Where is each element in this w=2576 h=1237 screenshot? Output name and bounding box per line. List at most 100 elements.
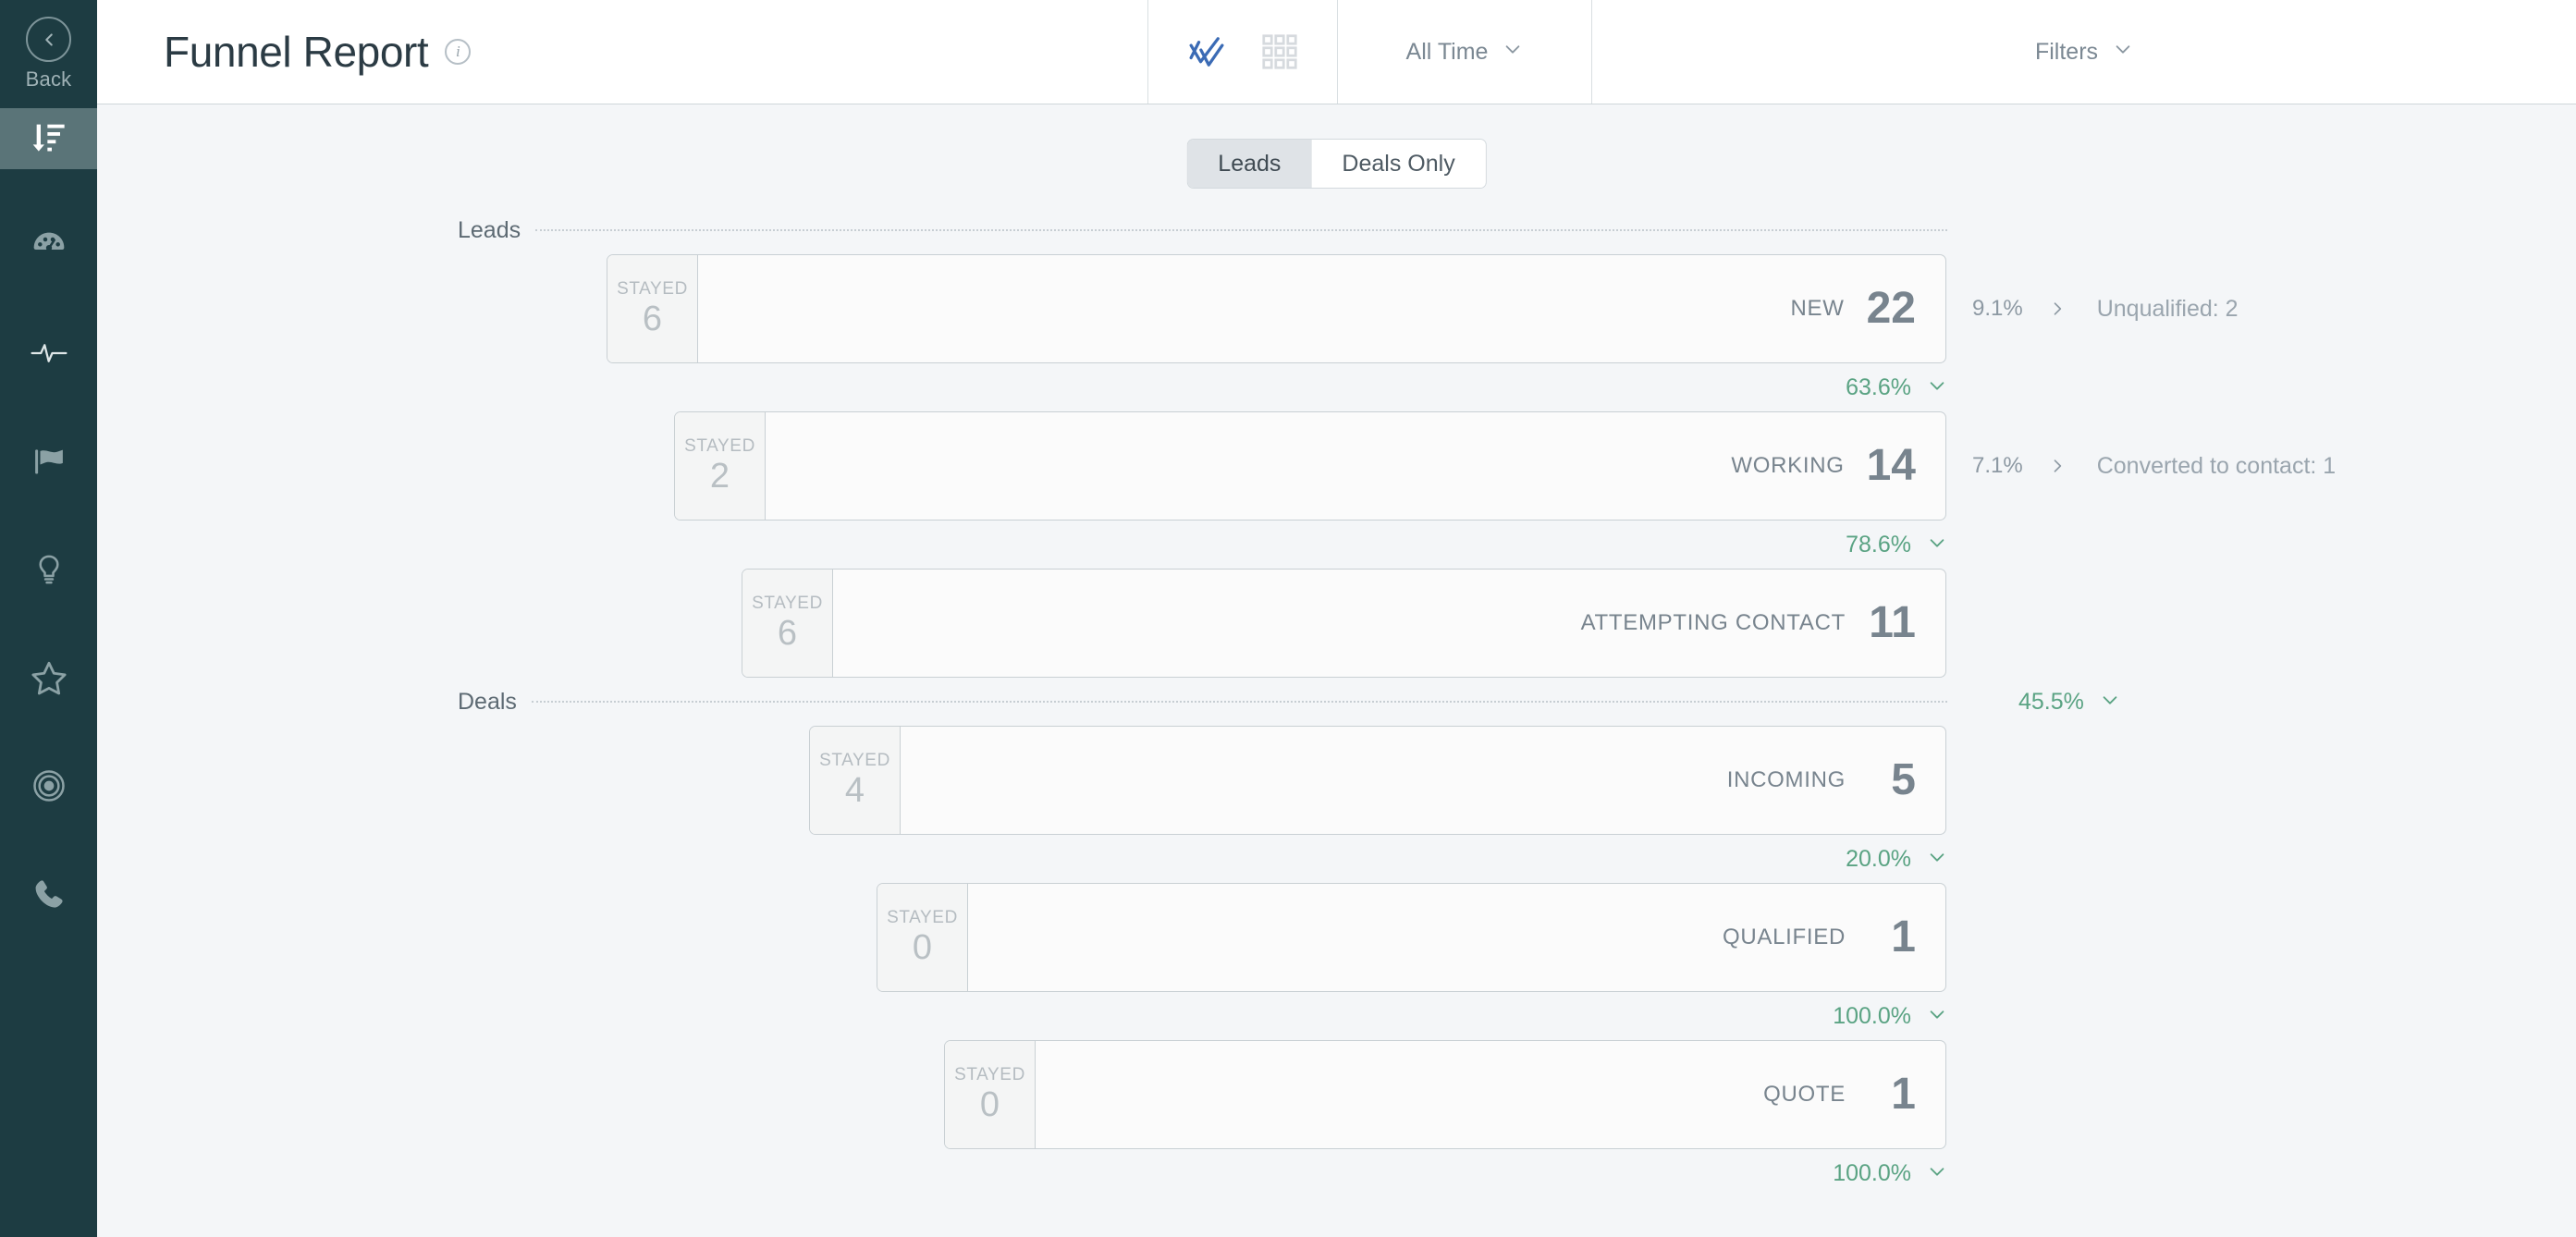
sidebar-item-calls[interactable] [0,865,97,926]
pulse-icon [30,334,68,377]
section-label: Leads [458,216,536,244]
lightbulb-icon [32,553,66,591]
stayed-label: STAYED [752,594,823,614]
gauge-icon [31,227,67,268]
stage-label: QUOTE [1763,1082,1846,1107]
app-root: Back Funnel Report i All Time Filters Le… [0,0,2576,1237]
funnel-stage-row: STAYED 6 NEW 22 9.1% Unqualified: 2 [97,254,2576,363]
sort-descending-icon [31,118,67,160]
stayed-label: STAYED [617,279,688,300]
conversion-percent: 45.5% [2018,688,2084,715]
stage-side-note[interactable]: 7.1% Converted to contact: 1 [1972,411,2336,521]
stayed-label: STAYED [819,751,890,771]
phone-icon [31,876,67,916]
stage-body: QUOTE 1 [1036,1041,1945,1148]
back-label: Back [25,67,72,91]
info-icon[interactable]: i [445,39,472,65]
stage-body: NEW 22 [698,255,1945,362]
bullseye-icon [31,767,67,809]
stage-label: WORKING [1731,453,1845,478]
funnel-bar[interactable]: STAYED 2 WORKING 14 [674,411,1946,521]
stage-body: QUALIFIED 1 [968,884,1945,991]
chevron-down-icon [1927,1004,1947,1029]
stage-label: QUALIFIED [1723,925,1846,949]
stayed-cell: STAYED 4 [810,727,901,834]
funnel-bar[interactable]: STAYED 0 QUALIFIED 1 [877,883,1946,992]
funnel-stage-row: STAYED 4 INCOMING 5 [97,726,2576,835]
sidebar-item-favorites[interactable] [0,649,97,710]
sidebar-item-activity[interactable] [0,325,97,386]
stage-count: 1 [1891,1070,1916,1119]
chevron-down-icon [1927,1161,1947,1186]
stage-body: ATTEMPTING CONTACT 11 [833,570,1945,677]
chevron-down-icon [1503,39,1523,66]
conversion-rate[interactable]: 100.0% [1833,992,1947,1040]
header-view-toggles [1148,0,1338,104]
sidebar-item-targets[interactable] [0,757,97,818]
flag-icon [31,444,67,484]
funnel-stage-row: STAYED 0 QUALIFIED 1 [97,883,2576,992]
stayed-value: 2 [709,457,730,496]
stage-body: INCOMING 5 [901,727,1945,834]
conversion-rate[interactable]: 100.0% [1833,1149,1947,1197]
chart-check-icon[interactable] [1185,31,1228,73]
stage-count: 14 [1866,441,1916,490]
side-note-text: Converted to contact: 1 [2096,452,2337,479]
chevron-left-icon [26,17,71,62]
main-area: Funnel Report i All Time Filters Leads D… [97,0,2576,1237]
chevron-down-icon [1927,533,1947,557]
sidebar-item-dashboard[interactable] [0,216,97,277]
stayed-value: 6 [777,614,798,654]
conversion-rate[interactable]: 78.6% [1846,521,1947,569]
tab-deals-only[interactable]: Deals Only [1311,140,1486,188]
divider-line [531,701,1947,703]
chevron-down-icon [2100,690,2120,715]
stayed-label: STAYED [684,436,755,457]
chevron-down-icon [2113,39,2133,66]
side-note-text: Unqualified: 2 [2096,295,2239,322]
conversion-percent: 78.6% [1846,531,1911,557]
conversion-percent: 63.6% [1846,374,1911,400]
conversion-row: 100.0% [97,1149,2576,1197]
stage-side-note[interactable]: 9.1% Unqualified: 2 [1972,254,2239,363]
divider-line [535,229,1947,231]
conversion-percent: 20.0% [1846,845,1911,872]
stage-body: WORKING 14 [766,412,1945,520]
funnel-bar[interactable]: STAYED 0 QUOTE 1 [944,1040,1946,1149]
sidebar-item-goals[interactable] [0,433,97,494]
funnel-bar[interactable]: STAYED 6 NEW 22 [607,254,1946,363]
conversion-percent: 100.0% [1833,1159,1911,1186]
star-icon [30,658,68,702]
conversion-rate[interactable]: 20.0% [1846,835,1947,883]
stayed-value: 0 [979,1085,1000,1125]
stage-count: 1 [1891,912,1916,961]
funnel-bar[interactable]: STAYED 4 INCOMING 5 [809,726,1946,835]
funnel-chart: Leads STAYED 6 NEW 22 9.1% Unqualified: 2 63.6%… [97,206,2576,1197]
stayed-value: 4 [844,771,865,811]
stayed-cell: STAYED 0 [945,1041,1036,1148]
side-note-percent: 7.1% [1972,453,2023,478]
back-button[interactable]: Back [26,17,72,92]
chevron-down-icon [1927,847,1947,872]
stage-count: 5 [1891,755,1916,804]
conversion-rate[interactable]: 45.5% [1947,689,2576,716]
tab-leads[interactable]: Leads [1187,140,1312,188]
funnel-bar[interactable]: STAYED 6 ATTEMPTING CONTACT 11 [742,569,1946,678]
filters-dropdown[interactable]: Filters [1592,0,2576,104]
grid-icon[interactable] [1259,31,1300,72]
page-title: Funnel Report [164,28,429,76]
stayed-cell: STAYED 2 [675,412,766,520]
conversion-rate[interactable]: 63.6% [1846,363,1947,411]
sidebar: Back [0,0,97,1237]
stage-label: INCOMING [1726,767,1846,792]
content-area: Leads Deals Only Leads STAYED 6 NEW 22 9.1% Un… [97,104,2576,1237]
date-range-label: All Time [1405,38,1489,65]
sidebar-item-funnel-report[interactable] [0,108,97,169]
stage-label: NEW [1790,296,1845,321]
date-range-dropdown[interactable]: All Time [1338,0,1592,104]
sidebar-item-insights[interactable] [0,541,97,602]
chevron-right-icon [2048,300,2067,318]
stayed-cell: STAYED 0 [877,884,968,991]
conversion-percent: 100.0% [1833,1002,1911,1029]
section-divider-leads: Leads [97,206,2576,254]
